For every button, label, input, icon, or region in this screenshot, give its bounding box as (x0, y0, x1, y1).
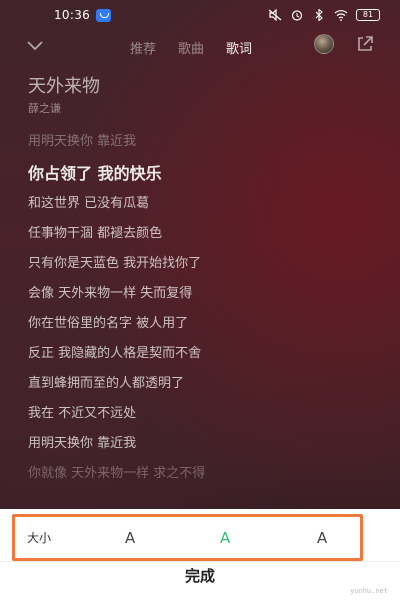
lyric-line-current: 你占领了 我的快乐 (28, 164, 162, 183)
lyric-line: 你就像 天外来物一样 求之不得 (28, 466, 206, 481)
status-time: 10:36 (54, 8, 91, 22)
font-size-panel: 大小 A A A (12, 514, 363, 561)
wifi-icon (334, 10, 348, 21)
done-button[interactable]: 完成 (0, 563, 400, 593)
font-size-sheet: 大小 A A A 完成 yunhu.net (0, 509, 400, 600)
lyric-line: 只有你是天蓝色 我开始找你了 (28, 256, 202, 271)
lyric-line: 我在 不近又不远处 (28, 406, 137, 421)
tab-recommend[interactable]: 推荐 (130, 38, 156, 57)
battery-indicator: 81 (356, 9, 380, 21)
font-size-large-option[interactable]: A (317, 529, 327, 547)
song-artist[interactable]: 薛之谦 (28, 100, 61, 116)
chevron-down-icon[interactable] (26, 40, 44, 52)
lyric-line: 和这世界 已没有瓜葛 (28, 196, 150, 211)
tab-bar: 推荐 歌曲 歌词 (130, 38, 252, 57)
lyric-line: 你在世俗里的名字 被人用了 (28, 316, 189, 331)
status-bar: 10:36 81 (0, 0, 400, 30)
alarm-icon (291, 10, 303, 21)
divider (0, 561, 400, 562)
lyric-line: 直到蜂拥而至的人都透明了 (28, 376, 185, 391)
font-size-small-option[interactable]: A (125, 529, 135, 547)
tab-song[interactable]: 歌曲 (178, 38, 204, 57)
lyric-line: 会像 天外来物一样 失而复得 (28, 286, 193, 301)
tab-lyrics[interactable]: 歌词 (226, 38, 252, 57)
lyric-line: 用明天换你 靠近我 (28, 134, 137, 149)
lyric-line: 反正 我隐藏的人格是契而不舍 (28, 346, 202, 361)
lyric-line: 任事物干涸 都褪去颜色 (28, 226, 163, 241)
artist-avatar[interactable] (314, 34, 334, 54)
font-size-label: 大小 (27, 531, 52, 545)
lyric-line: 用明天换你 靠近我 (28, 436, 137, 451)
bluetooth-icon (315, 9, 323, 21)
song-title: 天外来物 (28, 76, 100, 97)
player-top-bar: 推荐 歌曲 歌词 (0, 30, 400, 64)
share-icon[interactable] (356, 35, 374, 53)
watermark: yunhu.net (350, 587, 388, 595)
lyrics-list[interactable]: 用明天换你 靠近我 你占领了 我的快乐 和这世界 已没有瓜葛 任事物干涸 都褪去… (28, 132, 378, 494)
app-notification-icon (96, 8, 112, 22)
mute-icon (268, 9, 282, 21)
font-size-medium-option[interactable]: A (220, 529, 230, 547)
